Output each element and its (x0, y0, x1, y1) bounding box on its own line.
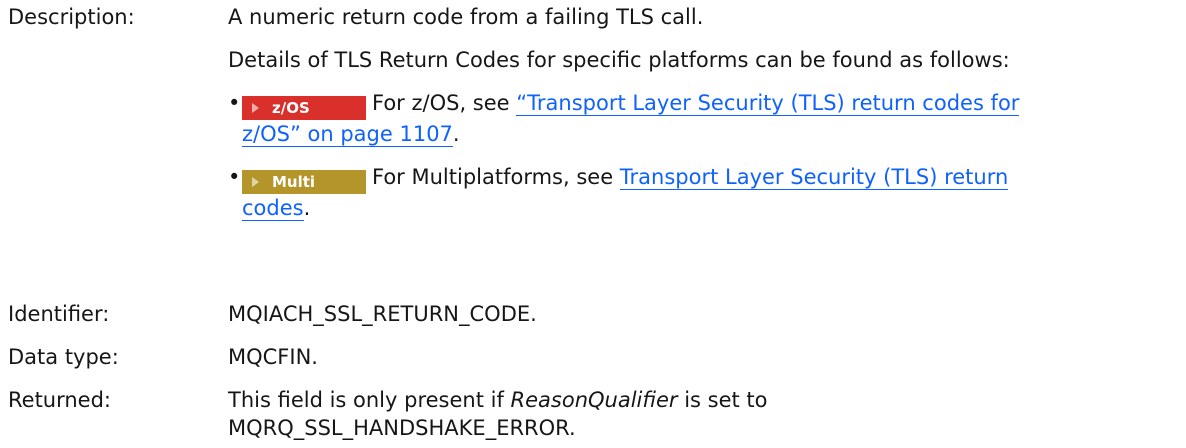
data-type-row: Data type: MQCFIN. (8, 343, 1178, 373)
zos-text: For z/OS, see (372, 91, 517, 115)
reason-qualifier-term: ReasonQualifier (510, 388, 678, 412)
data-type-value: MQCFIN. (228, 345, 318, 369)
description-label: Description: (8, 5, 135, 29)
returned-constant: MQRQ_SSL_HANDSHAKE_ERROR. (228, 416, 576, 440)
bullet-dot: • (228, 91, 241, 115)
returned-value: This field is only present if ReasonQual… (228, 386, 1178, 442)
returned-label: Returned: (8, 388, 112, 412)
identifier-value: MQIACH_SSL_RETURN_CODE. (228, 302, 537, 326)
returned-row: Returned: This field is only present if … (8, 386, 1178, 446)
multi-tls-link-continued[interactable]: codes (242, 196, 304, 221)
play-icon (252, 103, 259, 113)
data-type-label: Data type: (8, 345, 119, 369)
multi-tls-link[interactable]: Transport Layer Security (TLS) return (619, 165, 1009, 190)
zos-text-period: . (452, 122, 460, 146)
returned-text: This field is only present if (228, 388, 511, 412)
zos-tls-link[interactable]: “Transport Layer Security (TLS) return c… (516, 91, 1020, 116)
details-intro-text: Details of TLS Return Codes for specific… (228, 48, 1010, 72)
multi-badge-label: Multi (272, 173, 316, 191)
bullet-dot: • (228, 165, 241, 189)
returned-text-end: is set to (677, 388, 768, 412)
play-icon (252, 177, 259, 187)
zos-badge-label: z/OS (272, 99, 310, 117)
zos-badge: z/OS (242, 96, 366, 120)
description-value: A numeric return code from a failing TLS… (228, 3, 1178, 223)
multi-text-period: . (303, 196, 311, 220)
field-description-page: Description: A numeric return code from … (0, 0, 1186, 448)
platform-list: • z/OS For z/OS, see “Transport Layer Se… (228, 89, 1178, 223)
identifier-row: Identifier: MQIACH_SSL_RETURN_CODE. (8, 300, 1178, 330)
list-item-zos: • z/OS For z/OS, see “Transport Layer Se… (228, 89, 1178, 149)
description-row: Description: A numeric return code from … (8, 3, 1178, 293)
zos-tls-link-continued[interactable]: z/OS” on page 1107 (242, 122, 453, 147)
multi-badge: Multi (242, 170, 366, 194)
multi-text: For Multiplatforms, see (372, 165, 620, 189)
list-item-multi: • Multi For Multiplatforms, see Transpor… (228, 163, 1178, 223)
identifier-label: Identifier: (8, 302, 110, 326)
description-text: A numeric return code from a failing TLS… (228, 5, 704, 29)
